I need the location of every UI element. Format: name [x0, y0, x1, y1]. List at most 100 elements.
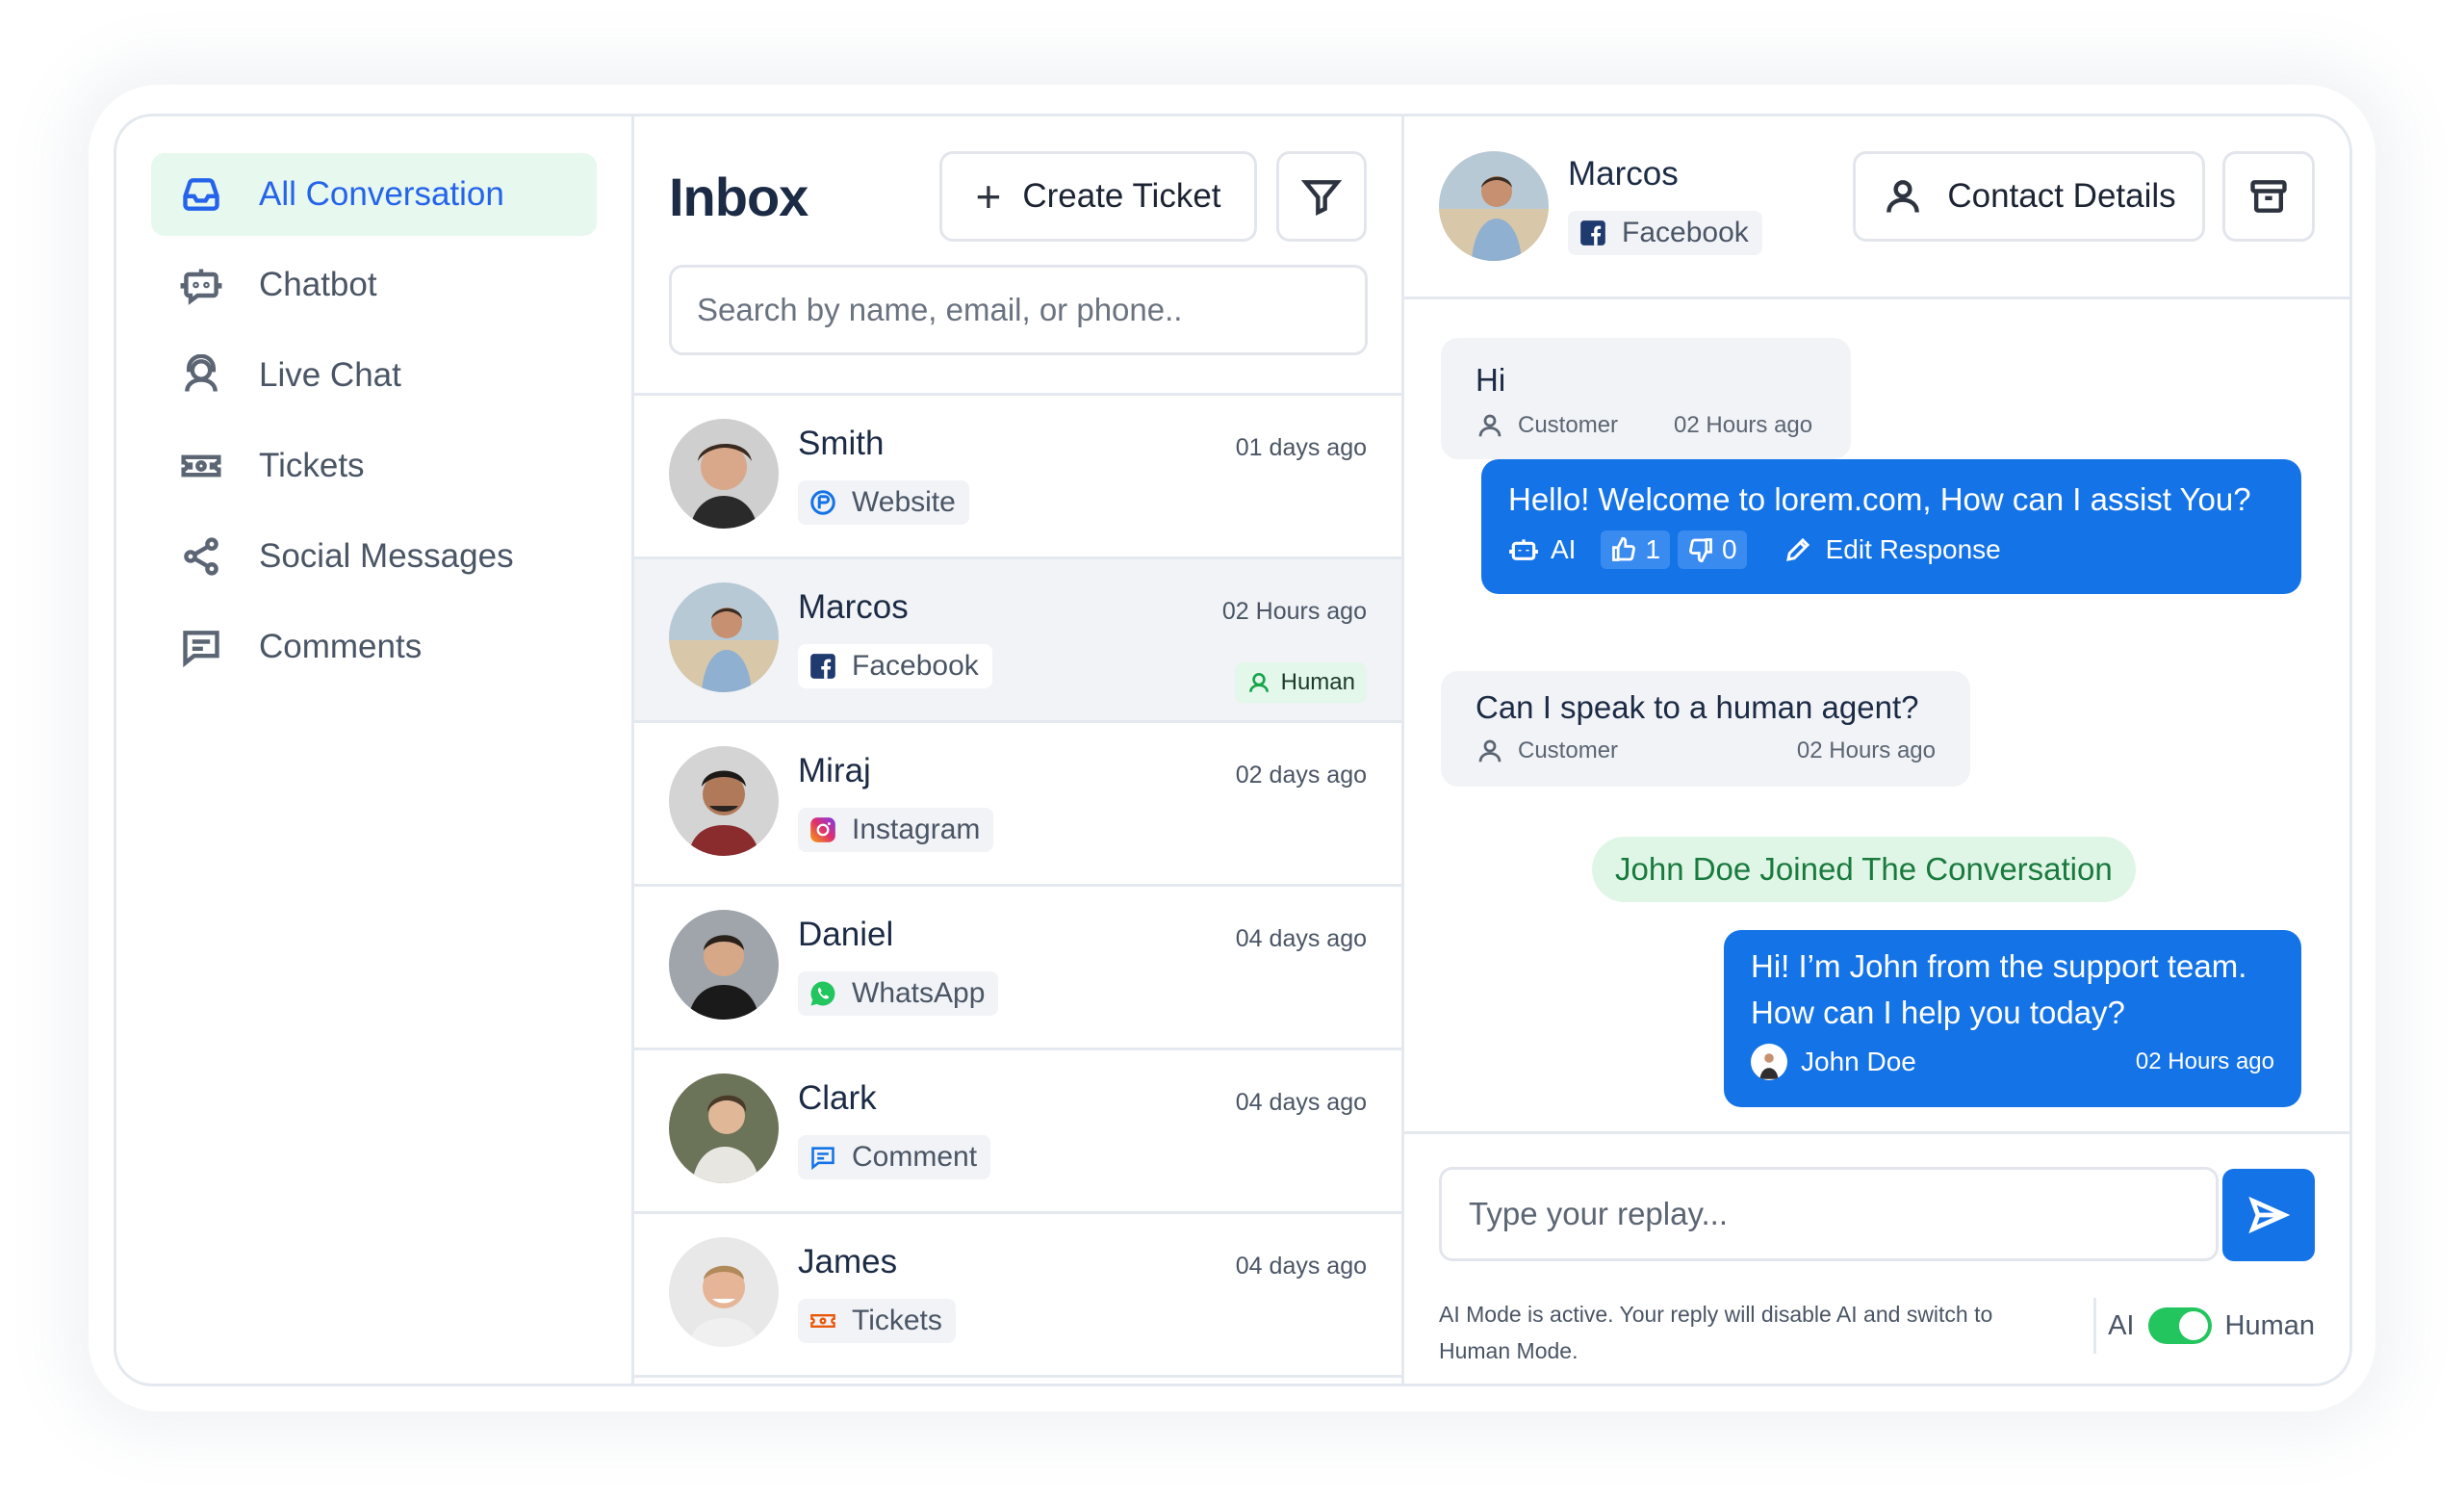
- divider: [2093, 1298, 2096, 1354]
- channel-label: Facebook: [1622, 217, 1749, 248]
- dislike-button[interactable]: 0: [1678, 530, 1747, 569]
- channel-tag: Website: [798, 480, 969, 525]
- sidebar-item-live-chat[interactable]: Live Chat: [151, 334, 597, 417]
- contact-details-button[interactable]: Contact Details: [1853, 151, 2205, 242]
- message-bubble-ai: Hello! Welcome to lorem.com, How can I a…: [1481, 459, 2301, 594]
- avatar: [669, 1073, 779, 1183]
- user-icon: [1886, 180, 1920, 213]
- sidebar-item-label: Social Messages: [259, 537, 514, 575]
- avatar: [669, 582, 779, 692]
- conversation-item-smith[interactable]: Smith Website 01 days ago: [634, 396, 1401, 559]
- archive-button[interactable]: [2222, 151, 2315, 242]
- chat-header: Marcos Facebook Contact Details: [1404, 116, 2349, 299]
- channel-label: Tickets: [852, 1305, 942, 1336]
- mode-switch: AI Human: [2108, 1307, 2315, 1344]
- status-badge-label: Human: [1280, 669, 1355, 695]
- sidebar-item-social-messages[interactable]: Social Messages: [151, 515, 597, 598]
- channel-tag: Tickets: [798, 1299, 956, 1343]
- page-title: Inbox: [669, 166, 808, 227]
- conversation-list: Smith Website 01 days ago Marcos Faceboo…: [634, 396, 1401, 1384]
- dislike-count: 0: [1722, 534, 1737, 564]
- user-icon: [1478, 739, 1502, 763]
- facebook-icon: [1578, 218, 1608, 248]
- chat-panel: Marcos Facebook Contact Details Hi Custo…: [1404, 116, 2349, 1384]
- channel-label: WhatsApp: [852, 977, 986, 1009]
- send-button[interactable]: [2222, 1169, 2315, 1261]
- channel-label: Instagram: [852, 814, 981, 845]
- pencil-icon: [1785, 537, 1810, 561]
- message-bubble-agent: Hi! I’m John from the support team. How …: [1724, 930, 2301, 1107]
- sidebar-item-tickets[interactable]: Tickets: [151, 425, 597, 507]
- inbox-header: Inbox + Create Ticket: [634, 116, 1401, 396]
- comment-icon: [178, 624, 224, 670]
- status-badge: Human: [1234, 662, 1367, 703]
- message-meta: Customer 02 Hours ago: [1476, 737, 1936, 765]
- inbox-panel: Inbox + Create Ticket Smith: [634, 116, 1404, 1384]
- app-window: All Conversation Chatbot Live Chat Ticke…: [114, 114, 2352, 1386]
- conversation-item-clark[interactable]: Clark Comment 04 days ago: [634, 1050, 1401, 1214]
- channel-tag: WhatsApp: [798, 971, 999, 1016]
- message-text: Hi: [1476, 362, 1506, 398]
- conversation-item-marcos[interactable]: Marcos Facebook 02 Hours ago Human: [634, 559, 1401, 723]
- sidebar-item-label: Comments: [259, 628, 423, 665]
- like-count: 1: [1645, 534, 1661, 564]
- mode-human-label: Human: [2224, 1309, 2316, 1341]
- sidebar-item-comments[interactable]: Comments: [151, 606, 597, 688]
- ai-label: AI: [1551, 534, 1577, 564]
- reply-input[interactable]: [1439, 1167, 2219, 1261]
- conversation-item-james[interactable]: James Tickets 04 days ago: [634, 1214, 1401, 1378]
- agent-icon: [178, 352, 224, 399]
- message-meta: AI 1 0 Edit Response: [1508, 530, 2274, 569]
- avatar: [669, 746, 779, 856]
- timestamp: 01 days ago: [1235, 434, 1367, 461]
- message-text-line-1: Hi! I’m John from the support team.: [1751, 948, 2247, 984]
- timestamp: 04 days ago: [1235, 925, 1367, 952]
- message-meta: John Doe 02 Hours ago: [1751, 1044, 2274, 1080]
- ticket-icon: [178, 443, 224, 489]
- sender-role: Customer: [1518, 737, 1619, 763]
- avatar: [669, 1237, 779, 1347]
- share-icon: [178, 533, 224, 580]
- create-ticket-button[interactable]: + Create Ticket: [939, 151, 1257, 242]
- ticket-icon: [808, 1306, 838, 1336]
- robot-icon: [1509, 539, 1538, 560]
- like-button[interactable]: 1: [1601, 530, 1671, 569]
- search-input[interactable]: [669, 265, 1368, 355]
- channel-label: Comment: [852, 1141, 978, 1173]
- sender-role: Customer: [1518, 412, 1619, 438]
- filter-button[interactable]: [1276, 151, 1367, 242]
- agent-avatar: [1751, 1044, 1787, 1080]
- channel-tag: Facebook: [798, 644, 992, 688]
- facebook-icon: [808, 651, 838, 682]
- avatar: [669, 910, 779, 1020]
- timestamp: 02 Hours ago: [1796, 737, 1936, 763]
- message-bubble-customer: Can I speak to a human agent? Customer 0…: [1441, 671, 1970, 787]
- message-text: Can I speak to a human agent?: [1476, 689, 1919, 725]
- message-meta: Customer 02 Hours ago: [1476, 411, 1816, 440]
- user-icon: [1478, 414, 1502, 437]
- sidebar-item-label: Tickets: [259, 447, 365, 484]
- thumbs-down-icon: [1689, 538, 1712, 563]
- conversation-item-miraj[interactable]: Miraj Instagram 02 days ago: [634, 723, 1401, 887]
- create-ticket-label: Create Ticket: [1022, 177, 1221, 215]
- sidebar-item-label: All Conversation: [259, 175, 504, 213]
- send-icon: [2248, 1196, 2290, 1234]
- plus-icon: +: [975, 171, 1002, 221]
- contact-name: Marcos: [1568, 155, 1679, 193]
- conversation-item-daniel[interactable]: Daniel WhatsApp 04 days ago: [634, 887, 1401, 1050]
- timestamp: 04 days ago: [1235, 1089, 1367, 1116]
- sidebar-item-all-conversation[interactable]: All Conversation: [151, 153, 597, 236]
- channel-label: Facebook: [852, 650, 979, 682]
- edit-response-button[interactable]: Edit Response: [1784, 534, 2001, 565]
- sidebar-item-chatbot[interactable]: Chatbot: [151, 244, 597, 326]
- agent-name: John Doe: [1801, 1047, 1916, 1076]
- ai-human-toggle[interactable]: [2147, 1307, 2212, 1344]
- message-thread: Hi Customer 02 Hours ago Hello! Welcome …: [1404, 299, 2349, 1131]
- message-text: Hello! Welcome to lorem.com, How can I a…: [1508, 481, 2251, 517]
- timestamp: 02 Hours ago: [2135, 1048, 2274, 1074]
- ai-mode-notice: AI Mode is active. Your reply will disab…: [1439, 1302, 1993, 1363]
- channel-tag: Instagram: [798, 808, 994, 852]
- instagram-icon: [808, 815, 838, 845]
- mode-ai-label: AI: [2108, 1309, 2135, 1341]
- avatar: [1439, 151, 1549, 261]
